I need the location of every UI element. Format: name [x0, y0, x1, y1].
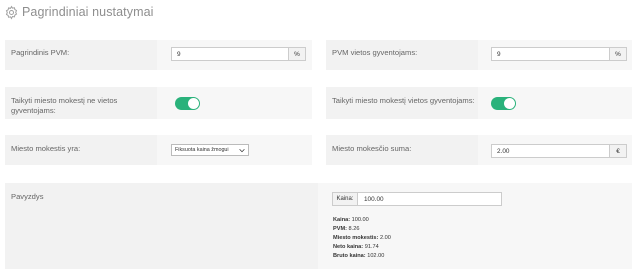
vat-locals-label: PVM vietos gyventojams:	[332, 48, 418, 57]
toggle-knob	[188, 98, 199, 109]
vat-label: Pagrindinis PVM:	[11, 48, 70, 57]
vat-input-group: %	[171, 47, 306, 61]
example-results: Kaina: 100.00 PVM: 8.26 Miesto mokestis:…	[333, 216, 391, 261]
city-tax-nonlocal-label: Taikyti miesto mokestį ne vietos gyvento…	[11, 96, 118, 115]
city-tax-amount-input-group: €	[491, 144, 627, 158]
vat-unit: %	[288, 48, 305, 60]
vat-locals-row: PVM vietos gyventojams: %	[326, 40, 632, 70]
vat-locals-unit: %	[609, 48, 626, 60]
city-tax-amount-row: Miesto mokesčio suma: €	[326, 135, 632, 165]
vat-input[interactable]	[172, 48, 288, 60]
city-tax-type-select[interactable]: Fiksuota kaina žmogui	[171, 144, 249, 156]
result-line: Bruto kaina: 102.00	[333, 253, 385, 259]
city-tax-amount-unit: €	[609, 145, 626, 157]
example-price-input-group: Kaina: 100.00	[332, 192, 502, 206]
city-tax-amount-label: Miesto mokesčio suma:	[332, 144, 412, 153]
city-tax-type-label: Miesto mokestis yra:	[11, 144, 81, 153]
vat-locals-input-group: %	[491, 47, 627, 61]
city-tax-amount-input[interactable]	[492, 145, 609, 157]
vat-row: Pagrindinis PVM: %	[5, 40, 312, 70]
page-header: Pagrindiniai nustatymai	[4, 3, 154, 21]
result-line: Kaina: 100.00	[333, 217, 369, 223]
example-price-input[interactable]: 100.00	[358, 193, 501, 205]
city-tax-type-selected: Fiksuota kaina žmogui	[175, 147, 229, 153]
city-tax-local-row: Taikyti miesto mokestį vietos gyventojam…	[326, 87, 632, 119]
toggle-knob	[504, 98, 515, 109]
city-tax-local-toggle[interactable]	[491, 97, 516, 110]
city-tax-type-row: Miesto mokestis yra: Fiksuota kaina žmog…	[5, 135, 312, 165]
city-tax-nonlocal-row: Taikyti miesto mokestį ne vietos gyvento…	[5, 87, 312, 119]
example-price-label: Kaina:	[333, 193, 358, 205]
gear-icon	[5, 5, 18, 19]
chevron-down-icon	[239, 149, 245, 153]
page-title: Pagrindiniai nustatymai	[22, 5, 154, 19]
example-row: Pavyzdys	[5, 183, 632, 269]
city-tax-local-label: Taikyti miesto mokestį vietos gyventojam…	[332, 96, 475, 105]
city-tax-nonlocal-toggle[interactable]	[175, 97, 200, 110]
result-line: Miesto mokestis: 2.00	[333, 235, 391, 241]
result-line: PVM: 8.26	[333, 226, 360, 232]
result-line: Neto kaina: 91.74	[333, 244, 379, 250]
vat-locals-input[interactable]	[492, 48, 609, 60]
example-label: Pavyzdys	[11, 192, 44, 201]
